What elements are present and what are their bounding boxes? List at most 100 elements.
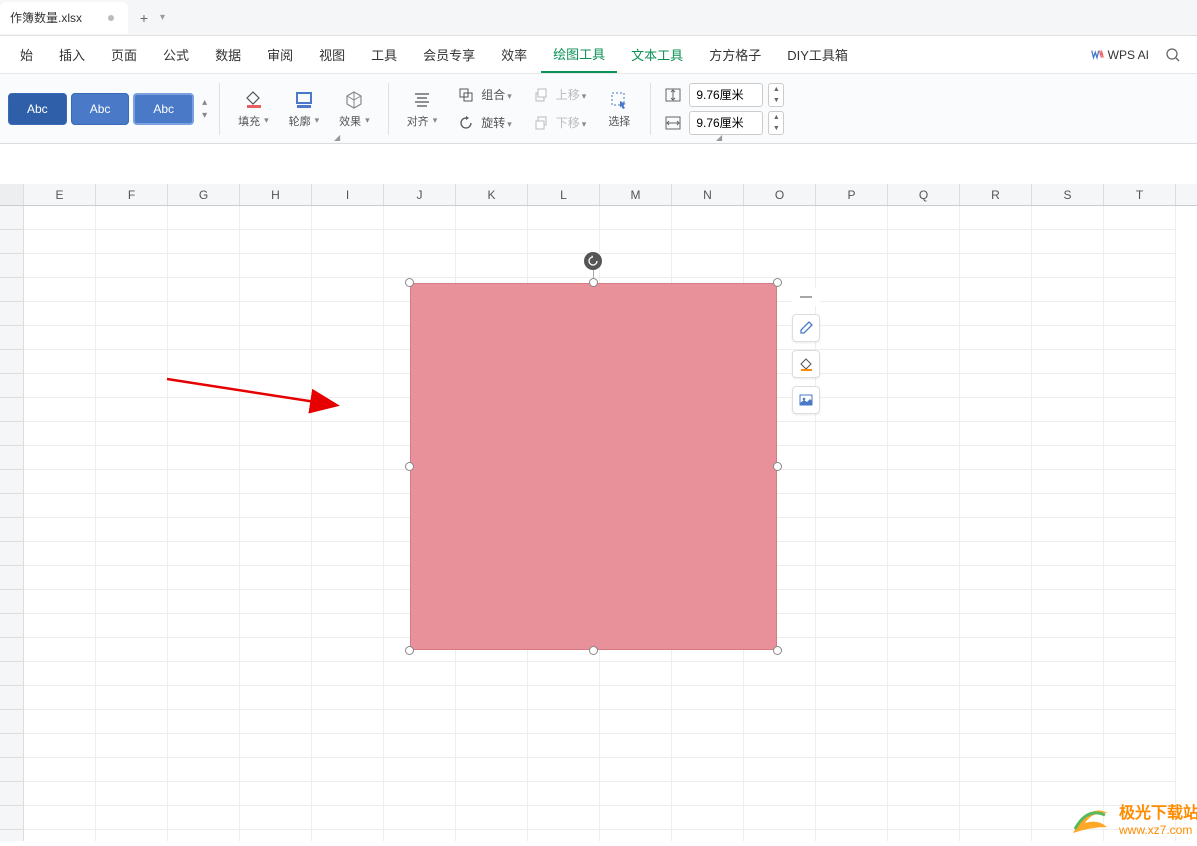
cell[interactable]	[960, 782, 1032, 806]
cell[interactable]	[0, 350, 24, 374]
cell[interactable]	[1104, 254, 1176, 278]
cell[interactable]	[1104, 326, 1176, 350]
cell[interactable]	[24, 446, 96, 470]
shape-style-preset-3[interactable]: Abc	[133, 93, 194, 125]
height-input[interactable]	[689, 83, 763, 107]
cell[interactable]	[240, 638, 312, 662]
cell[interactable]	[1104, 614, 1176, 638]
cell[interactable]	[600, 254, 672, 278]
cell[interactable]	[240, 782, 312, 806]
cell[interactable]	[1032, 470, 1104, 494]
cell[interactable]	[312, 302, 384, 326]
cell[interactable]	[168, 710, 240, 734]
cell[interactable]	[24, 230, 96, 254]
cell[interactable]	[0, 398, 24, 422]
cell[interactable]	[816, 638, 888, 662]
cell[interactable]	[888, 278, 960, 302]
cell[interactable]	[816, 710, 888, 734]
cell[interactable]	[744, 710, 816, 734]
cell[interactable]	[168, 518, 240, 542]
cell[interactable]	[888, 710, 960, 734]
cell[interactable]	[960, 326, 1032, 350]
cell[interactable]	[1032, 494, 1104, 518]
cell[interactable]	[384, 662, 456, 686]
cell[interactable]	[744, 734, 816, 758]
menu-view[interactable]: 视图	[307, 37, 357, 73]
menu-start[interactable]: 始	[8, 37, 45, 73]
cell[interactable]	[1032, 230, 1104, 254]
cell[interactable]	[0, 206, 24, 230]
cell[interactable]	[0, 686, 24, 710]
cell[interactable]	[960, 734, 1032, 758]
cell[interactable]	[888, 830, 960, 841]
cell[interactable]	[744, 662, 816, 686]
cell[interactable]	[600, 830, 672, 841]
resize-handle-tc[interactable]	[589, 278, 598, 287]
cell[interactable]	[888, 542, 960, 566]
menu-tools[interactable]: 工具	[359, 37, 409, 73]
cell[interactable]	[0, 758, 24, 782]
cell[interactable]	[384, 686, 456, 710]
col-header[interactable]	[0, 184, 24, 205]
shape-style-preset-1[interactable]: Abc	[8, 93, 67, 125]
cell[interactable]	[240, 422, 312, 446]
cell[interactable]	[960, 230, 1032, 254]
cell[interactable]	[384, 830, 456, 841]
cell[interactable]	[960, 590, 1032, 614]
resize-handle-ml[interactable]	[405, 462, 414, 471]
width-spinner[interactable]: ▲▼	[768, 111, 784, 135]
size-group-expand[interactable]: ◢	[716, 133, 722, 142]
cell[interactable]	[96, 470, 168, 494]
cell[interactable]	[312, 638, 384, 662]
cell[interactable]	[240, 470, 312, 494]
cell[interactable]	[96, 566, 168, 590]
cell[interactable]	[888, 806, 960, 830]
cell[interactable]	[96, 278, 168, 302]
cell[interactable]	[240, 590, 312, 614]
file-tab[interactable]: 作簿数量.xlsx	[0, 2, 128, 34]
cell[interactable]	[384, 206, 456, 230]
cell[interactable]	[96, 230, 168, 254]
cell[interactable]	[312, 326, 384, 350]
cell[interactable]	[888, 206, 960, 230]
cell[interactable]	[960, 446, 1032, 470]
col-header[interactable]: S	[1032, 184, 1104, 205]
group-button[interactable]: 组合	[451, 82, 518, 108]
cell[interactable]	[1104, 470, 1176, 494]
cell[interactable]	[0, 662, 24, 686]
cell[interactable]	[312, 446, 384, 470]
cell[interactable]	[0, 230, 24, 254]
cell[interactable]	[816, 278, 888, 302]
cell[interactable]	[384, 758, 456, 782]
menu-efficiency[interactable]: 效率	[489, 37, 539, 73]
col-header[interactable]: Q	[888, 184, 960, 205]
cell[interactable]	[672, 782, 744, 806]
width-input[interactable]	[689, 111, 763, 135]
cell[interactable]	[888, 662, 960, 686]
cell[interactable]	[24, 710, 96, 734]
cell[interactable]	[0, 638, 24, 662]
cell[interactable]	[528, 758, 600, 782]
align-button[interactable]: 对齐	[401, 87, 444, 131]
cell[interactable]	[24, 278, 96, 302]
cell[interactable]	[1032, 542, 1104, 566]
cell[interactable]	[312, 350, 384, 374]
cell[interactable]	[1104, 662, 1176, 686]
cell[interactable]	[24, 614, 96, 638]
cell[interactable]	[168, 782, 240, 806]
cell[interactable]	[456, 782, 528, 806]
cell[interactable]	[816, 830, 888, 841]
cell[interactable]	[888, 518, 960, 542]
fill-button[interactable]: 填充	[232, 87, 275, 131]
cell[interactable]	[312, 686, 384, 710]
cell[interactable]	[240, 326, 312, 350]
cell[interactable]	[816, 734, 888, 758]
rotate-button[interactable]: 旋转	[451, 110, 518, 136]
cell[interactable]	[168, 446, 240, 470]
cell[interactable]	[24, 206, 96, 230]
col-header[interactable]: P	[816, 184, 888, 205]
cell[interactable]	[888, 446, 960, 470]
float-collapse-button[interactable]	[792, 288, 820, 306]
cell[interactable]	[1104, 734, 1176, 758]
menu-page[interactable]: 页面	[99, 37, 149, 73]
